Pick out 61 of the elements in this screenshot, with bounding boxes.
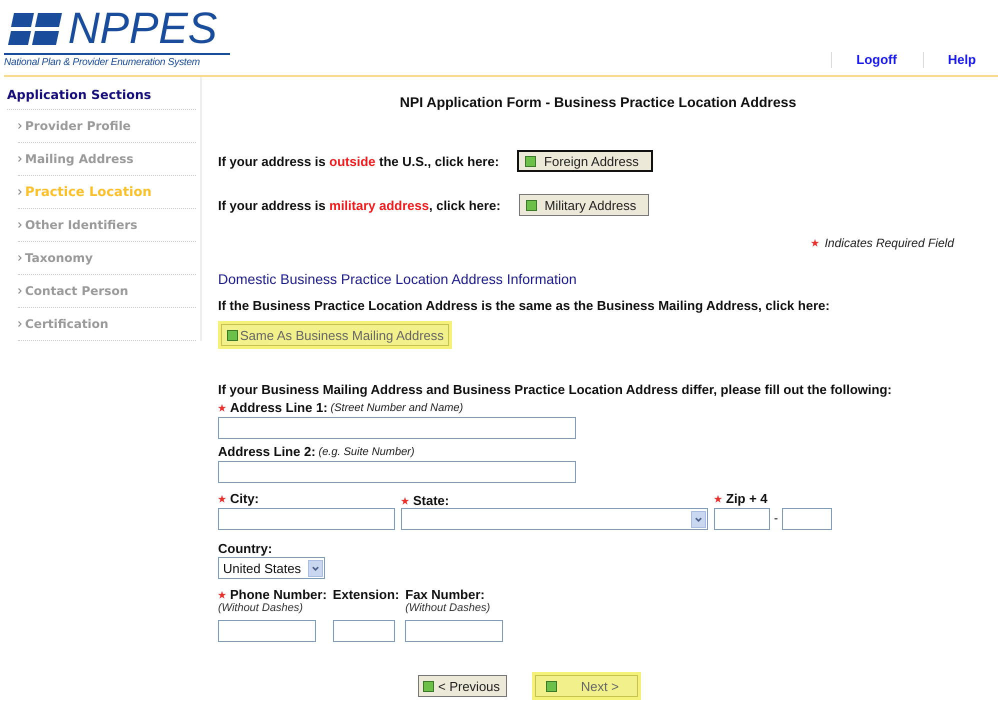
- header-link[interactable]: Logoff: [831, 52, 923, 68]
- phone-input[interactable]: [218, 620, 316, 642]
- nav-button[interactable]: Next >: [534, 675, 638, 697]
- field-label: Extension:: [332, 587, 400, 602]
- zip-input[interactable]: [714, 508, 770, 530]
- chevron-icon: [18, 288, 22, 294]
- square-icon: [423, 680, 434, 692]
- city-input[interactable]: [218, 508, 395, 530]
- logo-wordmark: NPPES: [68, 7, 218, 51]
- chevron-icon: [18, 123, 22, 129]
- field-hint: (Street Number and Name): [330, 402, 464, 414]
- chevron-icon: [18, 321, 22, 327]
- section-heading: Domestic Business Practice Location Address Information: [218, 271, 578, 287]
- field-label: Fax Number:: [405, 587, 485, 602]
- sidebar-item[interactable]: Provider Profile: [25, 119, 131, 133]
- field-label: State:: [413, 493, 450, 508]
- prompt-text: If the Business Practice Location Address is the same as the Business Mailing Address, click here:: [218, 298, 831, 313]
- logo-tagline: National Plan & Provider Enumeration System: [4, 56, 201, 68]
- address-line-2-input[interactable]: [218, 461, 576, 483]
- sidebar-item[interactable]: Taxonomy: [25, 251, 93, 265]
- chevron-icon: [18, 156, 22, 162]
- chevron-icon: [18, 255, 22, 261]
- square-icon: [546, 680, 557, 692]
- square-icon: [526, 200, 537, 210]
- field-hint: (e.g. Suite Number): [318, 446, 415, 458]
- field-label: Address Line 2:: [218, 444, 316, 459]
- sidebar-item[interactable]: Other Identifiers: [25, 218, 138, 232]
- square-icon: [525, 156, 536, 166]
- zip-extension-input[interactable]: [782, 508, 832, 530]
- chevron-icon: [18, 222, 22, 228]
- extension-input[interactable]: [332, 620, 395, 642]
- field-hint: (Without Dashes): [405, 602, 492, 616]
- sidebar-title: Application Sections: [7, 87, 196, 110]
- same-as-mailing-button[interactable]: Same As Business Mailing Address: [221, 324, 449, 346]
- sidebar-item[interactable]: Contact Person: [25, 284, 128, 298]
- square-icon: [227, 330, 238, 340]
- prompt-text: If your Business Mailing Address and Business Practice Location Address differ, please fill out the following:: [218, 382, 893, 397]
- page-title: NPI Application Form - Business Practice Location Address: [398, 94, 798, 110]
- nav-button[interactable]: < Previous: [418, 675, 507, 697]
- prompt-text: If your address is outside the U.S., click here:: [218, 154, 500, 168]
- field-hint: (Without Dashes): [218, 602, 304, 616]
- state-select[interactable]: [401, 508, 708, 530]
- sidebar-item[interactable]: Mailing Address: [25, 152, 134, 166]
- sidebar-item[interactable]: Certification: [25, 317, 108, 331]
- zip-separator: -: [774, 511, 778, 527]
- address-line-1-input[interactable]: [218, 417, 576, 439]
- prompt-text: If your address is military address, click here:: [218, 198, 501, 212]
- grid-logo-icon: [8, 11, 64, 47]
- address-type-button[interactable]: Foreign Address: [517, 150, 653, 172]
- field-label: City:: [230, 491, 259, 506]
- required-star-icon: [810, 239, 819, 247]
- header-link[interactable]: Help: [922, 52, 998, 68]
- field-label: Zip + 4: [726, 491, 768, 506]
- required-note: Indicates Required Field: [824, 236, 954, 250]
- field-label: Address Line 1:: [230, 400, 328, 415]
- fax-input[interactable]: [405, 620, 504, 642]
- field-label: Country:: [218, 541, 272, 556]
- chevron-icon: [18, 189, 22, 195]
- country-select[interactable]: United States: [218, 557, 325, 579]
- address-type-button[interactable]: Military Address: [518, 194, 650, 216]
- field-label: Phone Number:: [230, 587, 327, 602]
